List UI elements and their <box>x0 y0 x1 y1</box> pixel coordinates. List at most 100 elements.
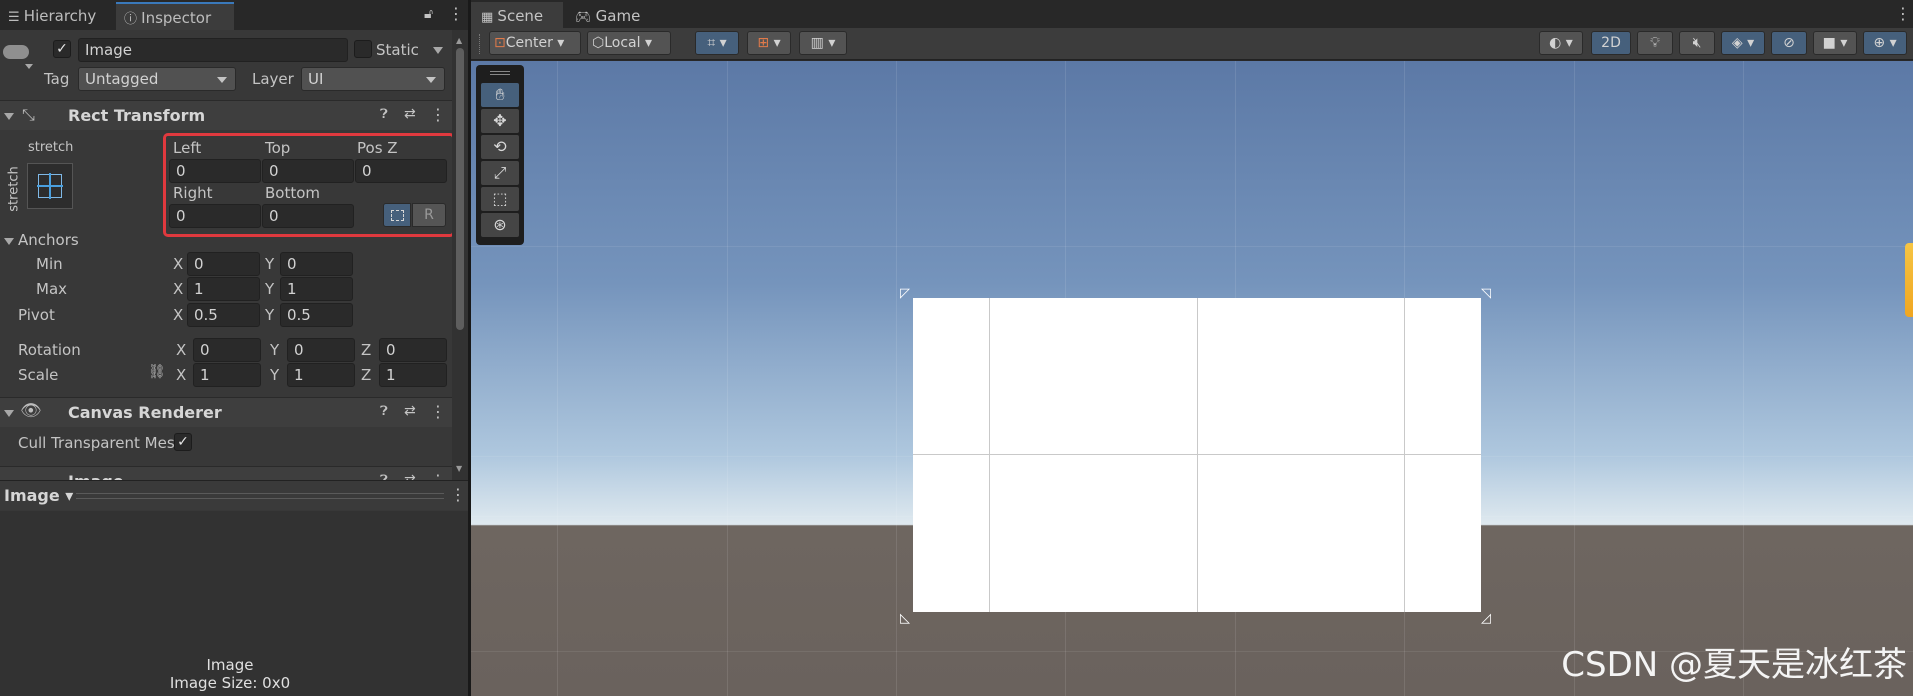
scale-x-field[interactable]: 1 <box>193 363 261 387</box>
cull-transparent-checkbox[interactable]: ✓ <box>174 433 192 451</box>
local-cube-icon: ⬡ <box>592 35 605 51</box>
anchors-foldout[interactable] <box>4 238 14 245</box>
anchor-min-x-field[interactable]: 0 <box>187 252 260 276</box>
icon-dropdown-arrow[interactable] <box>25 64 33 69</box>
rotate-tool-icon[interactable]: ⟲ <box>481 135 519 159</box>
posz-field[interactable]: 0 <box>355 159 447 183</box>
hand-tool-icon[interactable]: ✋︎ <box>481 83 519 107</box>
active-checkbox[interactable]: ✓ <box>53 40 71 58</box>
anchor-max-x-field[interactable]: 1 <box>187 277 260 301</box>
blueprint-mode-button[interactable] <box>383 203 411 227</box>
object-name-field[interactable]: Image <box>78 38 348 62</box>
right-field[interactable]: 0 <box>169 204 261 228</box>
component-menu-icon[interactable]: ⋮ <box>430 402 446 421</box>
canvas-renderer-header[interactable]: 👁︎ Canvas Renderer ❓︎ ⇄ ⋮ <box>0 397 452 427</box>
grid-line <box>896 61 897 696</box>
rect-transform-header[interactable]: ⤡ Rect Transform ❓︎ ⇄ ⋮ <box>0 100 452 130</box>
tab-hierarchy[interactable]: ☰ Hierarchy <box>0 2 104 30</box>
static-checkbox[interactable] <box>354 40 372 58</box>
max-y-axis-label: Y <box>265 280 275 298</box>
left-field[interactable]: 0 <box>169 159 261 183</box>
min-x-axis-label: X <box>173 255 184 273</box>
rect-grid-line <box>913 454 1481 455</box>
scrollbar-thumb[interactable] <box>456 48 464 330</box>
image-component-header[interactable]: Image ❓︎ ⇄ ⋮ <box>0 466 452 480</box>
component-menu-icon[interactable]: ⋮ <box>430 105 446 124</box>
raw-edit-button[interactable]: R <box>412 203 446 227</box>
pivot-x-field[interactable]: 0.5 <box>187 303 260 327</box>
tab-inspector[interactable]: ⓘ Inspector <box>116 2 234 30</box>
anchor-max-y-field[interactable]: 1 <box>280 277 353 301</box>
scene-viewport[interactable]: ✋︎ ✥ ⟲ ⤢ ⬚ ⊛ ◸ ◹ ◺ ◿ CSDN @夏天是冰红茶 <box>471 61 1913 696</box>
gizmos-dropdown[interactable]: ⊕ ▾ <box>1863 31 1907 55</box>
canvas-renderer-foldout[interactable] <box>4 410 14 417</box>
scroll-up-arrow-icon[interactable]: ▲ <box>456 36 462 45</box>
grid-line <box>727 61 728 696</box>
rotation-x-field[interactable]: 0 <box>193 338 261 362</box>
scene-visibility-toggle[interactable]: ⊘ <box>1771 31 1807 55</box>
rect-tool-icon[interactable]: ⬚ <box>481 187 519 211</box>
audio-toggle[interactable]: 🔇︎ <box>1679 31 1715 55</box>
image-component-title: Image <box>68 472 124 480</box>
anchor-preset-button[interactable] <box>27 163 73 209</box>
draw-mode-dropdown[interactable]: ◐ ▾ <box>1539 31 1583 55</box>
scene-gizmo-edge[interactable] <box>1905 243 1913 317</box>
shading-sphere-icon: ◐ <box>1549 35 1562 51</box>
unity-editor: ☰ Hierarchy ⓘ Inspector 🔓︎ ⋮ ✓ Image Sta… <box>0 0 1913 696</box>
preview-menu-icon[interactable]: ⋮ <box>450 485 466 504</box>
layer-label: Layer <box>252 70 294 88</box>
grid-line <box>471 246 1913 247</box>
top-field[interactable]: 0 <box>262 159 354 183</box>
grid-visibility-toggle[interactable]: ⊞ ▾ <box>747 31 791 55</box>
tab-game[interactable]: 🎮︎ Game <box>565 2 650 30</box>
increment-snap-dropdown[interactable]: ▥ ▾ <box>799 31 847 55</box>
scene-more-options-icon[interactable]: ⋮ <box>1895 4 1911 23</box>
scale-z-field[interactable]: 1 <box>379 363 447 387</box>
preview-area: Image Image Size: 0x0 <box>0 511 468 696</box>
overlay-grip[interactable] <box>490 71 510 75</box>
grid-snap-toggle[interactable]: ⌗ ▾ <box>695 31 739 55</box>
layer-dropdown[interactable]: UI <box>301 67 445 91</box>
transform-tool-icon[interactable]: ⊛ <box>481 213 519 237</box>
scroll-down-arrow-icon[interactable]: ▼ <box>456 464 462 473</box>
anchor-handle-bottom-left-icon[interactable]: ◺ <box>900 611 910 626</box>
tag-dropdown[interactable]: Untagged <box>78 67 236 91</box>
rotation-z-field[interactable]: 0 <box>379 338 447 362</box>
preset-icon[interactable]: ⇄ <box>404 472 416 480</box>
preview-resize-handle[interactable] <box>76 493 444 499</box>
help-icon[interactable]: ❓︎ <box>380 473 388 480</box>
anchor-min-y-field[interactable]: 0 <box>280 252 353 276</box>
anchor-handle-top-right-icon[interactable]: ◹ <box>1481 286 1491 301</box>
grid-line <box>1743 61 1744 696</box>
scene-grid-icon: ▦ <box>481 10 498 25</box>
bottom-field[interactable]: 0 <box>262 204 354 228</box>
scale-y-field[interactable]: 1 <box>287 363 355 387</box>
move-tool-icon[interactable]: ✥ <box>481 109 519 133</box>
tab-scene[interactable]: ▦ Scene <box>471 2 563 30</box>
anchor-handle-bottom-right-icon[interactable]: ◿ <box>1481 611 1491 626</box>
scale-tool-icon[interactable]: ⤢ <box>481 161 519 185</box>
preset-icon[interactable]: ⇄ <box>404 403 416 419</box>
pivot-space-dropdown[interactable]: ⬡Local ▾ <box>587 31 671 55</box>
help-icon[interactable]: ❓︎ <box>380 404 388 419</box>
toolbar-grip <box>479 34 481 54</box>
pivot-y-field[interactable]: 0.5 <box>280 303 353 327</box>
image-rect[interactable] <box>913 298 1481 612</box>
static-dropdown-arrow[interactable] <box>433 47 443 54</box>
inspector-scrollbar[interactable]: ▲ ▼ <box>452 30 468 480</box>
preview-dropdown[interactable]: Image ▾ <box>4 486 73 505</box>
lock-icon[interactable]: 🔓︎ <box>424 6 433 22</box>
preset-icon[interactable]: ⇄ <box>404 106 416 122</box>
constrain-proportions-icon[interactable]: ⛓︎ <box>148 364 166 380</box>
camera-settings-dropdown[interactable]: ■ ▾ <box>1813 31 1857 55</box>
pivot-mode-dropdown[interactable]: ⊡Center ▾ <box>489 31 581 55</box>
anchor-handle-top-left-icon[interactable]: ◸ <box>900 286 910 301</box>
lighting-toggle[interactable]: 💡︎ <box>1637 31 1673 55</box>
more-options-icon[interactable]: ⋮ <box>448 4 464 23</box>
effects-dropdown[interactable]: ◈ ▾ <box>1721 31 1765 55</box>
rotation-y-field[interactable]: 0 <box>287 338 355 362</box>
2d-mode-toggle[interactable]: 2D <box>1591 31 1631 55</box>
component-menu-icon[interactable]: ⋮ <box>430 471 446 480</box>
help-icon[interactable]: ❓︎ <box>380 107 388 122</box>
rect-transform-foldout[interactable] <box>4 113 14 120</box>
